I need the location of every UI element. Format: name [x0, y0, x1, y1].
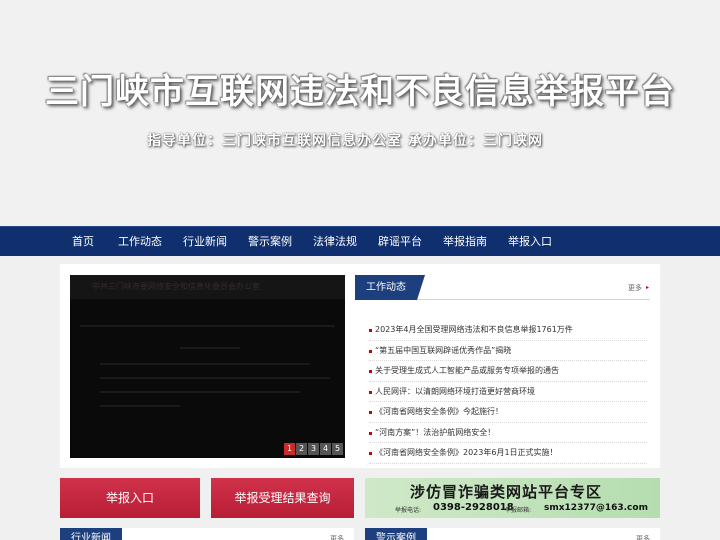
- news-list: 2023年4月全国受理网络违法和不良信息举报1761万件 “第五届中国互联网辟谣…: [369, 320, 647, 464]
- news-item[interactable]: “第五届中国互联网辟谣优秀作品”揭晓: [369, 341, 647, 361]
- ad-email-label: 举报邮箱:: [505, 507, 532, 514]
- slide-text-line: [100, 391, 300, 393]
- more-arrow-icon: ▸: [645, 284, 649, 291]
- news-item[interactable]: 关于受理生成式人工智能产品或服务专项举报的通告: [369, 361, 647, 382]
- tab-warning-cases[interactable]: 警示案例: [365, 528, 427, 540]
- nav-item-industry-news[interactable]: 行业新闻: [183, 227, 227, 257]
- more-link[interactable]: 更多: [330, 534, 344, 540]
- slide-pagination: 1 2 3 4 5: [284, 443, 343, 455]
- slide-page-5[interactable]: 5: [332, 443, 343, 455]
- slide-text-line: [100, 405, 180, 407]
- slide-page-3[interactable]: 3: [308, 443, 319, 455]
- report-entry-button[interactable]: 举报入口: [60, 478, 200, 518]
- nav-item-report-entry[interactable]: 举报入口: [508, 227, 552, 257]
- nav-item-home[interactable]: 首页: [72, 227, 94, 257]
- more-link[interactable]: 更多: [628, 283, 642, 293]
- news-item[interactable]: “河南方案”！法治护航网络安全！: [369, 423, 647, 443]
- ad-title: 涉仿冒诈骗类网站平台专区: [410, 483, 603, 501]
- slide-header: 中共三门峡市委网络安全和信息化委员会办公室: [70, 275, 345, 299]
- warning-cases-panel: 警示案例 更多: [365, 528, 660, 540]
- ad-email: smx12377@163.com: [544, 503, 648, 513]
- slide-text-line: [80, 325, 335, 327]
- site-title: 三门峡市互联网违法和不良信息举报平台: [45, 72, 675, 112]
- report-result-query-button[interactable]: 举报受理结果查询: [211, 478, 354, 518]
- industry-news-panel: 行业新闻 更多: [60, 528, 354, 540]
- header-banner: 三门峡市互联网违法和不良信息举报平台 指导单位：三门峡市互联网信息办公室 承办单…: [0, 0, 720, 226]
- nav-item-warning-cases[interactable]: 警示案例: [248, 227, 292, 257]
- news-item[interactable]: 《河南省网络安全条例》今起施行！: [369, 402, 647, 423]
- nav-item-rumor-platform[interactable]: 辟谣平台: [378, 227, 422, 257]
- slide-text-line: [100, 363, 310, 365]
- tab-industry-news[interactable]: 行业新闻: [60, 528, 122, 540]
- image-slider[interactable]: 中共三门峡市委网络安全和信息化委员会办公室 1 2 3 4 5: [70, 275, 345, 458]
- main-nav: 首页 工作动态 行业新闻 警示案例 法律法规 辟谣平台 举报指南 举报入口: [0, 226, 720, 256]
- nav-item-laws[interactable]: 法律法规: [313, 227, 357, 257]
- main-content: 中共三门峡市委网络安全和信息化委员会办公室 1 2 3 4 5 工作动态 更多 …: [60, 264, 660, 468]
- nav-item-work-news[interactable]: 工作动态: [118, 227, 162, 257]
- news-item[interactable]: 人民网评：以清朗网络环境打造更好营商环境: [369, 382, 647, 402]
- ad-phone-label: 举报电话:: [395, 507, 422, 514]
- slide-title: 中共三门峡市委网络安全和信息化委员会办公室: [92, 282, 260, 291]
- work-news-panel: 工作动态 更多 ▸ 2023年4月全国受理网络违法和不良信息举报1761万件 “…: [355, 275, 650, 465]
- slide-text-line: [180, 347, 240, 349]
- fraud-site-zone-banner[interactable]: 涉仿冒诈骗类网站平台专区 举报电话: 0398-2928018 举报邮箱: sm…: [365, 478, 660, 518]
- site-subtitle: 指导单位：三门峡市互联网信息办公室 承办单位：三门峡网: [147, 133, 543, 149]
- nav-item-report-guide[interactable]: 举报指南: [443, 227, 487, 257]
- news-item[interactable]: 2023年4月全国受理网络违法和不良信息举报1761万件: [369, 320, 647, 341]
- news-item[interactable]: 《河南省网络安全条例》2023年6月1日正式实施！: [369, 443, 647, 464]
- tab-work-news[interactable]: 工作动态: [355, 275, 425, 300]
- slide-page-1[interactable]: 1: [284, 443, 295, 455]
- slide-page-2[interactable]: 2: [296, 443, 307, 455]
- ad-phone: 0398-2928018: [433, 502, 514, 513]
- slide-page-4[interactable]: 4: [320, 443, 331, 455]
- news-header: 工作动态 更多 ▸: [355, 275, 650, 300]
- slide-text-line: [100, 377, 330, 379]
- more-link[interactable]: 更多: [636, 534, 650, 540]
